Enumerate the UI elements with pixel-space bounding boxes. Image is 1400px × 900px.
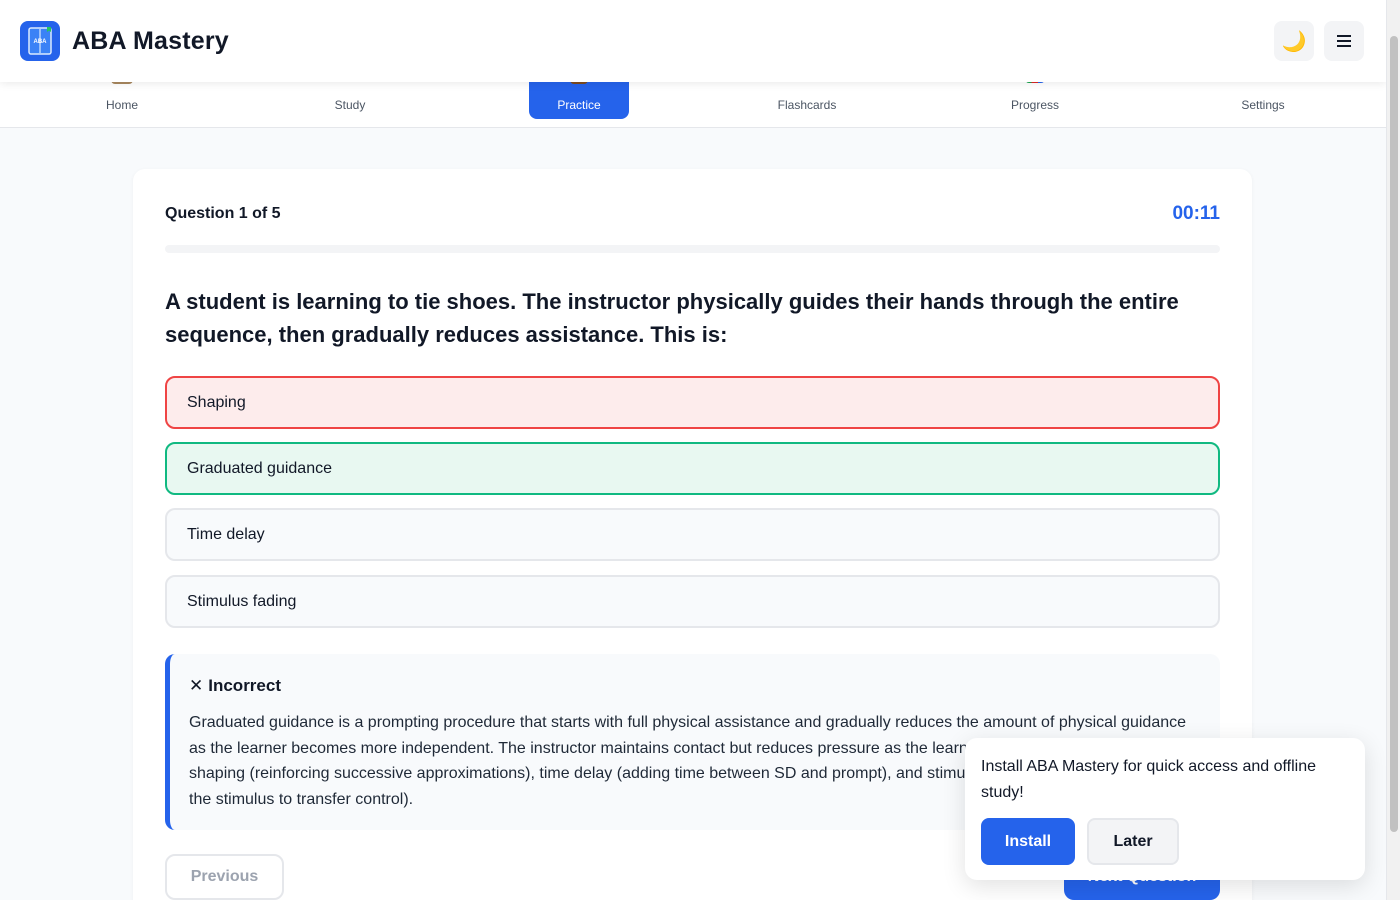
timer: 00:11 (1172, 203, 1220, 224)
nav-item-label: Progress (1010, 98, 1060, 112)
answer-option-stimulus-fading[interactable]: Stimulus fading (165, 575, 1220, 628)
answer-option-label: Time delay (187, 525, 265, 543)
nav-item-label: Study (334, 98, 366, 112)
svg-text:ABA: ABA (34, 39, 48, 45)
previous-button[interactable]: Previous (165, 854, 284, 900)
nav-item-label: Home (105, 98, 138, 112)
answer-option-graduated-guidance[interactable]: Graduated guidance (165, 442, 1220, 495)
book-icon: ABA (20, 21, 60, 61)
nav-item-label: Flashcards (777, 98, 837, 112)
install-prompt: Install ABA Mastery for quick access and… (965, 738, 1365, 880)
brand[interactable]: ABA ABA Mastery (20, 21, 229, 61)
nav-item-settings[interactable]: Settings (1213, 76, 1313, 119)
answer-option-label: Shaping (187, 393, 246, 411)
install-message: Install ABA Mastery for quick access and… (981, 758, 1316, 801)
main-nav: Home Study Practice Flashcards Progress … (0, 76, 1386, 128)
nav-item-label: Settings (1241, 98, 1285, 112)
nav-item-practice[interactable]: Practice (529, 76, 629, 119)
nav-item-flashcards[interactable]: Flashcards (757, 76, 857, 119)
header-actions: 🌙 (1274, 21, 1364, 61)
feedback-title-row: ✕ Incorrect (189, 676, 1198, 696)
feedback-title: Incorrect (208, 676, 281, 695)
scrollbar-thumb[interactable] (1390, 36, 1398, 832)
app-header: ABA ABA Mastery 🌙 (0, 0, 1386, 82)
nav-item-progress[interactable]: Progress (985, 76, 1085, 119)
later-button[interactable]: Later (1087, 818, 1179, 865)
answer-option-label: Graduated guidance (187, 459, 332, 477)
nav-item-study[interactable]: Study (300, 76, 400, 119)
theme-toggle-button[interactable]: 🌙 (1274, 21, 1314, 61)
quiz-progress-bar (165, 245, 1220, 253)
question-meta: Question 1 of 5 00:11 (165, 203, 1220, 225)
question-text: A student is learning to tie shoes. The … (165, 289, 1179, 347)
install-actions: Install Later (981, 818, 1349, 865)
nav-item-home[interactable]: Home (72, 76, 172, 119)
menu-button[interactable] (1324, 21, 1364, 61)
moon-icon: 🌙 (1281, 30, 1307, 53)
install-button[interactable]: Install (981, 818, 1075, 865)
answer-option-time-delay[interactable]: Time delay (165, 508, 1220, 561)
hamburger-menu-icon (1337, 30, 1351, 53)
question-counter: Question 1 of 5 (165, 205, 281, 222)
page-scrollbar[interactable] (1386, 0, 1400, 900)
app-title: ABA Mastery (72, 26, 229, 55)
answer-option-shaping[interactable]: Shaping (165, 376, 1220, 429)
answer-option-label: Stimulus fading (187, 592, 297, 610)
nav-item-label: Practice (557, 98, 601, 112)
x-icon: ✕ (189, 676, 204, 695)
